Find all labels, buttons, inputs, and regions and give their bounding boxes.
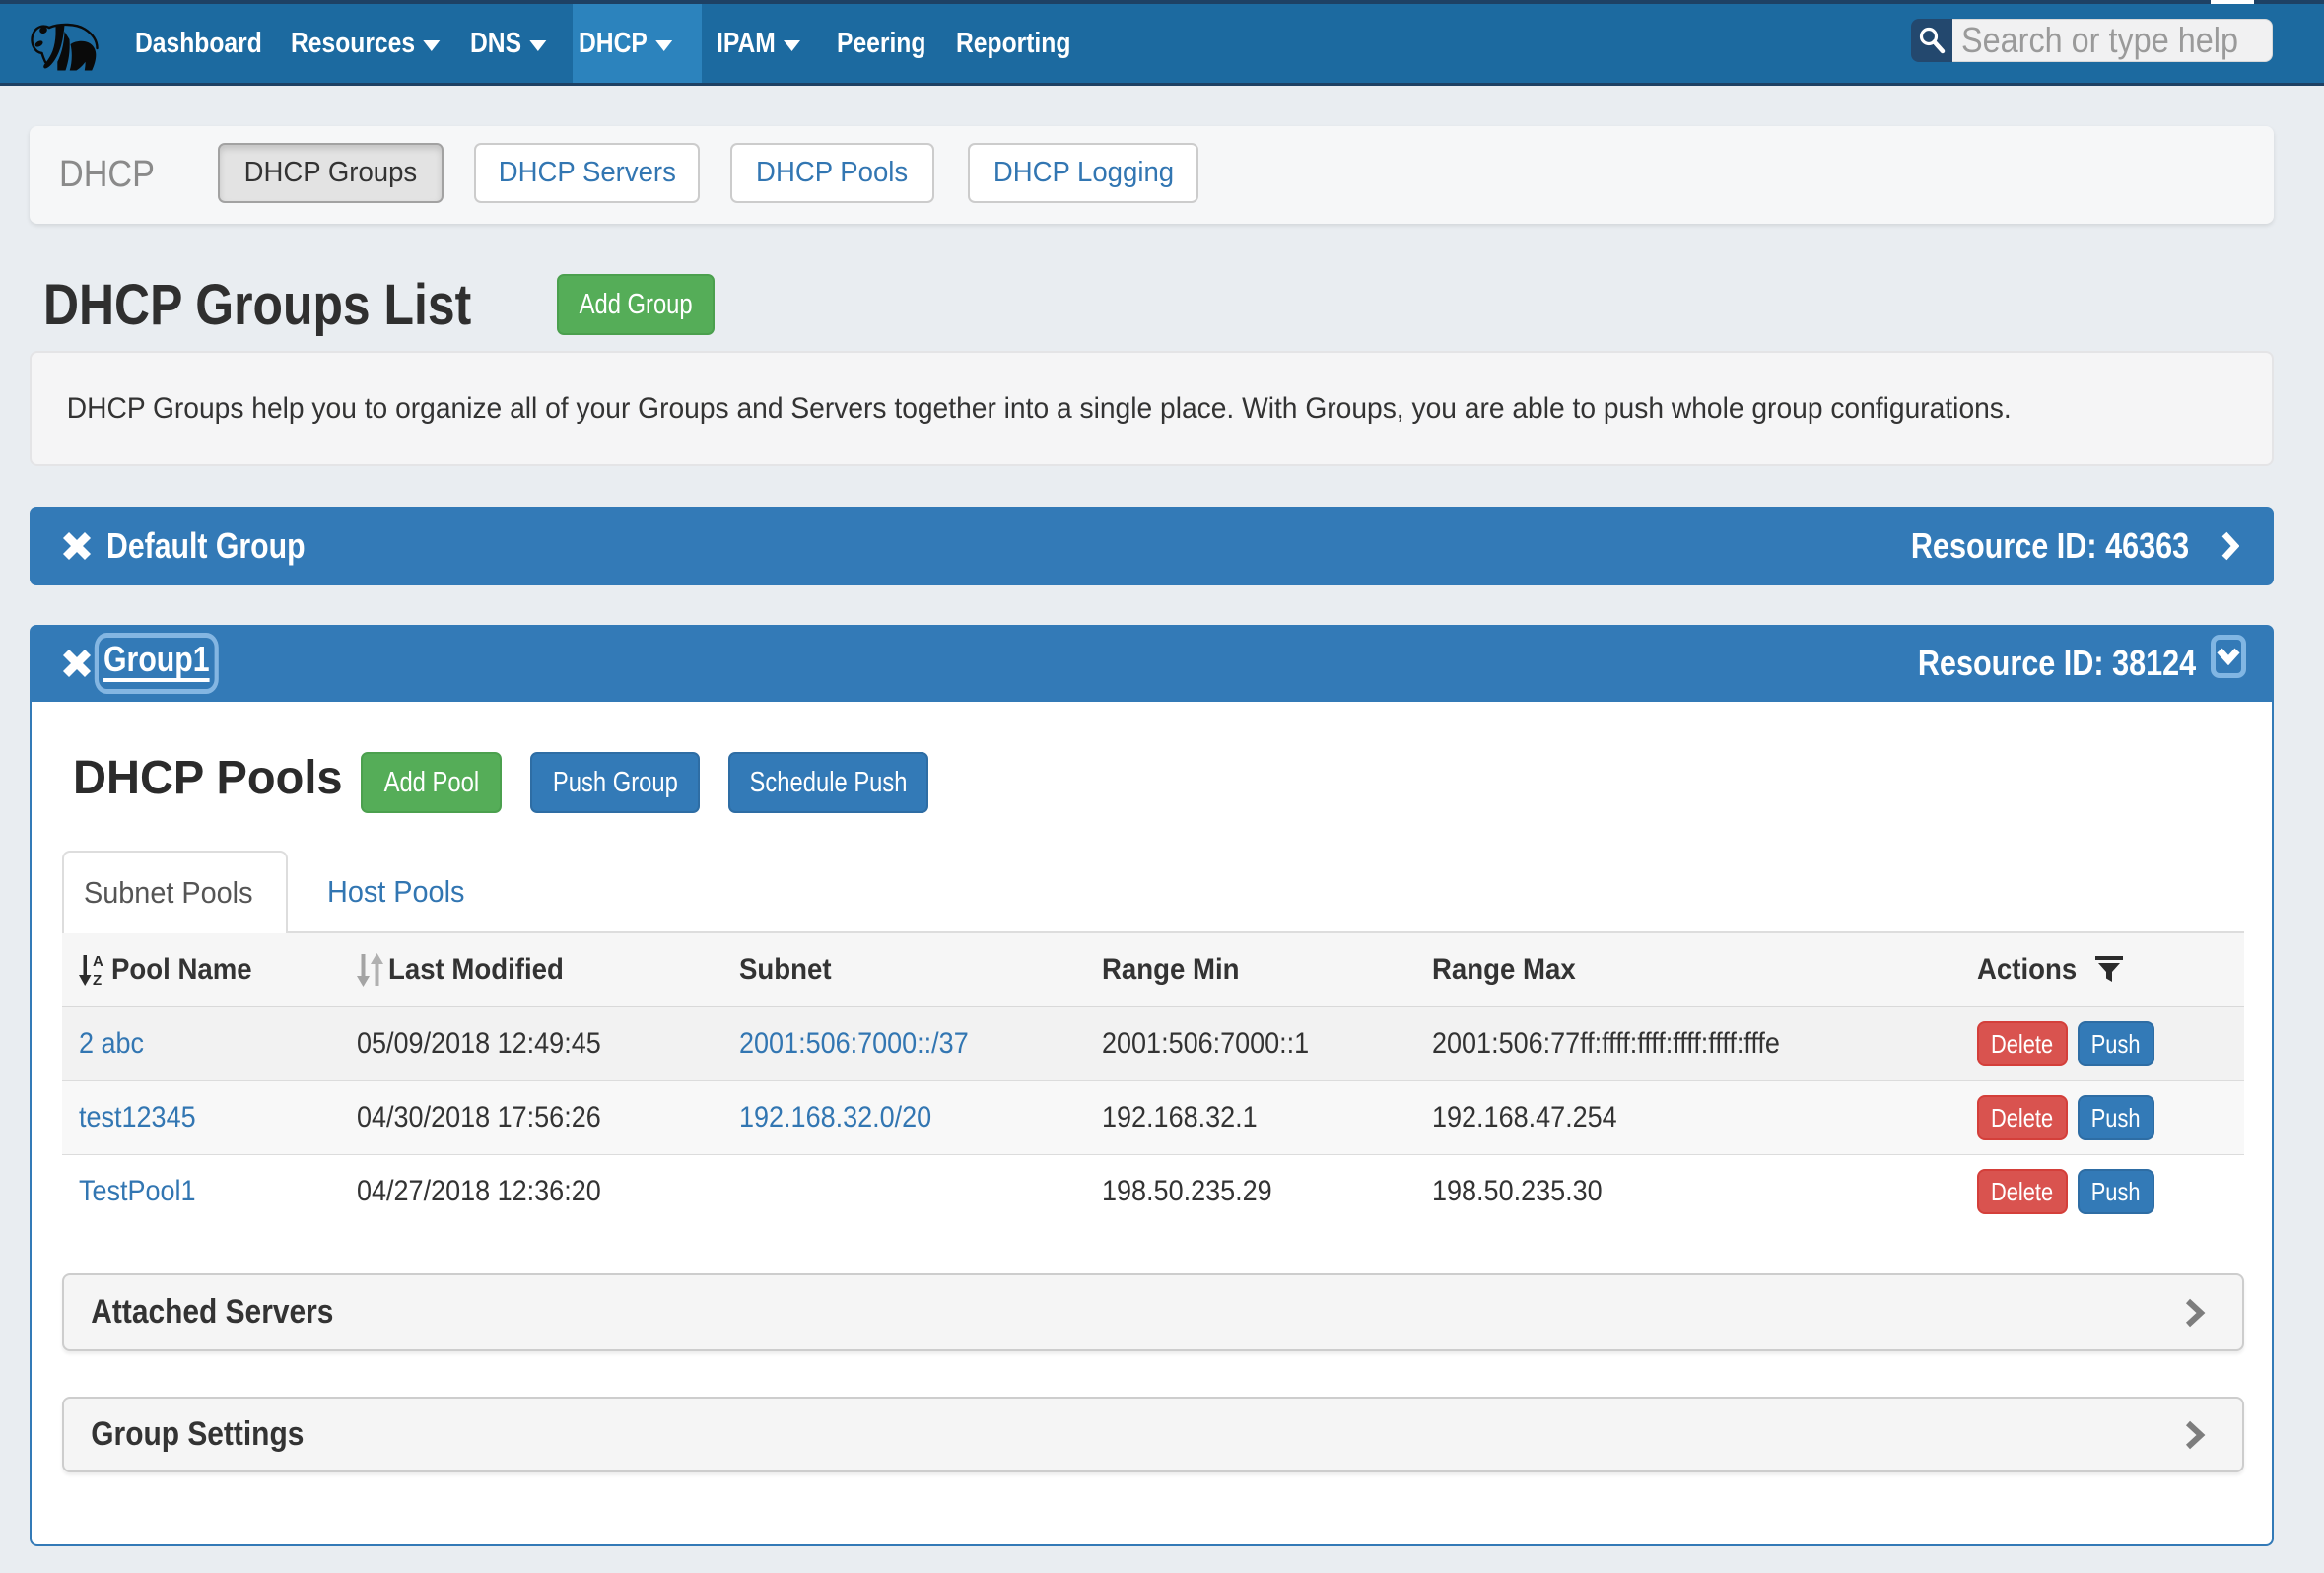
svg-text:A: A xyxy=(93,953,103,970)
svg-text:Z: Z xyxy=(93,972,102,988)
